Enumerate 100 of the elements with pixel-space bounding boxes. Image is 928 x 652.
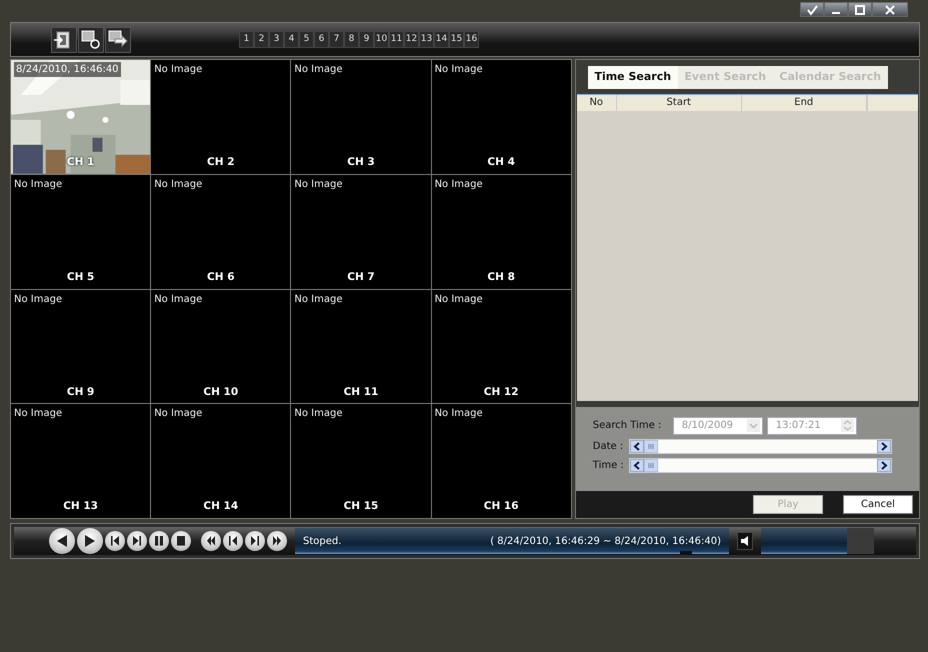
network-button[interactable] [78, 26, 104, 52]
exit-button[interactable] [51, 26, 77, 52]
no-image-label: No Image [294, 407, 342, 422]
channel-label: CH 13 [63, 499, 98, 514]
skip-forward-button[interactable] [127, 531, 147, 551]
minimize-button[interactable] [824, 2, 848, 17]
field-label: Time : [592, 458, 625, 472]
channel-label: CH 4 [487, 155, 515, 170]
column-header: Start [616, 94, 742, 110]
channel-label: CH 1 [66, 155, 94, 170]
no-image-label: No Image [434, 63, 483, 77]
confirm-button[interactable] [800, 2, 824, 17]
rewind-button[interactable] [201, 531, 221, 551]
previous-icon [57, 535, 67, 547]
channel-button[interactable]: 10 [374, 31, 389, 48]
channel-button[interactable]: 7 [329, 31, 344, 48]
step-forward-button[interactable] [245, 531, 265, 551]
minimize-icon [832, 12, 840, 14]
channel-label: CH 10 [203, 384, 238, 400]
play-button[interactable] [77, 528, 103, 554]
channel-button[interactable]: 11 [389, 31, 404, 48]
volume-slider[interactable] [761, 528, 874, 554]
step-forward-icon [251, 536, 259, 546]
no-image-label: No Image [154, 63, 202, 77]
channel-button[interactable]: 14 [434, 31, 449, 48]
previous-button[interactable] [49, 528, 75, 554]
pause-button[interactable] [149, 531, 169, 551]
channel-label: CH 16 [484, 499, 519, 514]
channel-button[interactable]: 8 [344, 31, 359, 48]
channel-label: CH 9 [66, 384, 94, 400]
channel-button[interactable]: 16 [464, 31, 479, 48]
channel-label: CH 5 [66, 270, 94, 285]
channel-button[interactable]: 4 [284, 31, 299, 48]
step-back-icon [229, 536, 237, 546]
channel-label: CH 8 [487, 270, 515, 285]
progress-thumb[interactable] [680, 551, 692, 554]
channel-label: CH 3 [347, 155, 375, 170]
fast-forward-button[interactable] [267, 531, 287, 551]
time-range-text: ( 8/24/2010, 16:46:29 ~ 8/24/2010, 16:46:40) [490, 534, 721, 548]
no-image-label: No Image [294, 63, 342, 77]
maximize-icon [853, 4, 867, 16]
no-image-label: No Image [434, 407, 483, 422]
channel-button[interactable]: 12 [404, 31, 419, 48]
field-value: 8/10/2009 [682, 419, 734, 433]
channel-button[interactable]: 9 [359, 31, 374, 48]
status-text: Stoped. [303, 534, 342, 548]
channel-label: CH 6 [207, 270, 235, 285]
step-back-button[interactable] [223, 531, 243, 551]
channel-button[interactable]: 2 [254, 31, 269, 48]
channel-button[interactable]: 6 [314, 31, 329, 48]
channel-label: CH 15 [344, 499, 378, 514]
play-icon [85, 535, 95, 547]
dialog-button[interactable]: Cancel [843, 494, 913, 514]
search-tab[interactable]: Time Search [588, 66, 678, 88]
field-label: Date : [592, 440, 624, 454]
skip-back-icon [111, 536, 119, 546]
scroll-bar[interactable] [628, 438, 892, 454]
no-image-label: No Image [294, 178, 342, 192]
stop-icon [177, 536, 185, 546]
no-image-label: No Image [154, 407, 202, 422]
channel-button[interactable]: 13 [419, 31, 434, 48]
no-image-label: No Image [14, 292, 62, 306]
column-header: End [742, 94, 867, 110]
speaker-icon [740, 536, 750, 546]
channel-button[interactable]: 15 [449, 31, 464, 48]
scroll-thumb [644, 458, 658, 472]
skip-back-button[interactable] [105, 531, 125, 551]
close-icon [883, 4, 897, 16]
monitor-icon [80, 28, 102, 50]
channel-button[interactable]: 3 [269, 31, 284, 48]
no-image-label: No Image [154, 292, 202, 306]
field-label: Search Time : [592, 419, 662, 433]
no-image-label: No Image [14, 407, 62, 422]
channel-label: CH 14 [203, 499, 238, 514]
no-image-label: No Image [294, 292, 342, 306]
channel-label: CH 2 [207, 155, 235, 170]
fast-forward-icon [273, 536, 281, 546]
maximize-button[interactable] [848, 2, 872, 17]
mute-button[interactable] [737, 532, 753, 550]
stop-button[interactable] [171, 531, 191, 551]
channel-label: CH 12 [484, 384, 519, 400]
no-image-label: No Image [154, 178, 202, 192]
close-button[interactable] [872, 2, 908, 17]
spinner-icon [840, 418, 854, 432]
check-icon [805, 4, 819, 16]
no-image-label: No Image [434, 178, 483, 192]
rewind-icon [207, 536, 215, 546]
channel-label: CH 11 [344, 384, 378, 400]
field-value: 13:07:21 [776, 419, 821, 433]
column-header: No [576, 94, 617, 110]
scroll-thumb [644, 440, 658, 452]
export-button[interactable] [105, 26, 131, 52]
no-image-label: No Image [14, 178, 62, 192]
skip-forward-icon [133, 536, 141, 546]
channel-button[interactable]: 5 [299, 31, 314, 48]
channel-button[interactable]: 1 [239, 31, 254, 48]
pause-icon [155, 536, 163, 546]
no-image-label: No Image [434, 292, 483, 306]
scroll-bar[interactable] [628, 458, 892, 472]
timestamp: 8/24/2010, 16:46:40 [14, 62, 121, 77]
